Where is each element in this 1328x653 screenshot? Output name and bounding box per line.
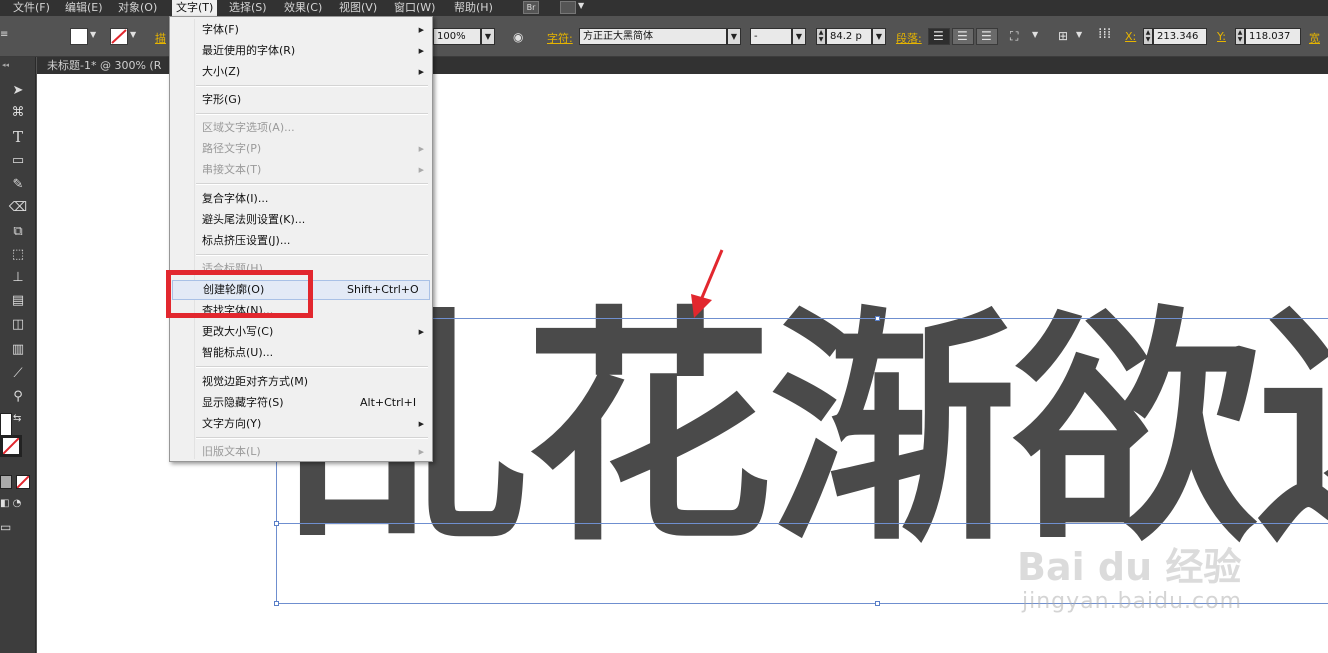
menu-item-composite-fonts[interactable]: 复合字体(I)...	[170, 189, 432, 209]
menu-item-label: 显示隐藏字符(S)	[202, 396, 284, 409]
menu-item-label: 视觉边距对齐方式(M)	[202, 375, 309, 388]
menu-item-label: 大小(Z)	[202, 65, 241, 78]
menu-separator	[196, 85, 428, 87]
menu-item-label: 字形(G)	[202, 93, 242, 106]
menu-item-change-case[interactable]: 更改大小写(C) ▶	[170, 322, 432, 342]
menu-item-shortcut: Shift+Ctrl+O	[347, 283, 419, 296]
submenu-arrow-icon: ▶	[418, 26, 424, 34]
menu-item-label: 旧版文本(L)	[202, 445, 261, 458]
menu-item-label: 标点挤压设置(J)...	[202, 234, 291, 247]
submenu-arrow-icon: ▶	[418, 328, 424, 336]
submenu-arrow-icon: ▶	[418, 448, 424, 456]
menu-item-label: 路径文字(P)	[202, 142, 262, 155]
menu-item-label: 复合字体(I)...	[202, 192, 269, 205]
menu-item-type-orientation[interactable]: 文字方向(Y) ▶	[170, 414, 432, 434]
submenu-arrow-icon: ▶	[418, 145, 424, 153]
menu-item-label: 最近使用的字体(R)	[202, 44, 296, 57]
submenu-arrow-icon: ▶	[418, 68, 424, 76]
menu-item-optical-margin-alignment[interactable]: 视觉边距对齐方式(M)	[170, 372, 432, 392]
menu-separator	[196, 254, 428, 256]
menu-separator	[196, 366, 428, 368]
menu-item-area-type-options: 区域文字选项(A)...	[170, 118, 432, 138]
menu-item-recent-fonts[interactable]: 最近使用的字体(R) ▶	[170, 41, 432, 61]
type-menu-dropdown: 字体(F) ▶ 最近使用的字体(R) ▶ 大小(Z) ▶ 字形(G) 区域文字选项(A…	[169, 16, 433, 462]
menu-separator	[196, 437, 428, 439]
menu-item-font[interactable]: 字体(F) ▶	[170, 20, 432, 40]
menu-item-mojikumi-settings[interactable]: 标点挤压设置(J)...	[170, 231, 432, 251]
menu-item-label: 区域文字选项(A)...	[202, 121, 295, 134]
menu-item-size[interactable]: 大小(Z) ▶	[170, 62, 432, 82]
menu-item-label: 串接文本(T)	[202, 163, 262, 176]
submenu-arrow-icon: ▶	[418, 166, 424, 174]
menu-item-kinsoku-settings[interactable]: 避头尾法则设置(K)...	[170, 210, 432, 230]
submenu-arrow-icon: ▶	[418, 420, 424, 428]
submenu-arrow-icon: ▶	[418, 47, 424, 55]
menu-item-smart-punctuation[interactable]: 智能标点(U)...	[170, 343, 432, 363]
menu-item-label: 智能标点(U)...	[202, 346, 274, 359]
menu-item-legacy-text: 旧版文本(L) ▶	[170, 442, 432, 462]
menu-separator	[196, 183, 428, 185]
menu-item-threaded-text: 串接文本(T) ▶	[170, 160, 432, 180]
menu-item-label: 更改大小写(C)	[202, 325, 274, 338]
menu-separator	[196, 113, 428, 115]
menu-item-label: 文字方向(Y)	[202, 417, 262, 430]
annotation-highlight-box	[166, 270, 313, 318]
menu-item-glyphs[interactable]: 字形(G)	[170, 90, 432, 110]
arrow-line-text	[699, 249, 724, 301]
menu-item-show-hidden-characters[interactable]: 显示隐藏字符(S) Alt+Ctrl+I	[170, 393, 432, 413]
menu-item-label: 避头尾法则设置(K)...	[202, 213, 306, 226]
arrow-head-text	[691, 294, 712, 318]
menu-item-shortcut: Alt+Ctrl+I	[360, 396, 417, 409]
menu-item-label: 字体(F)	[202, 23, 239, 36]
menu-item-type-on-path: 路径文字(P) ▶	[170, 139, 432, 159]
